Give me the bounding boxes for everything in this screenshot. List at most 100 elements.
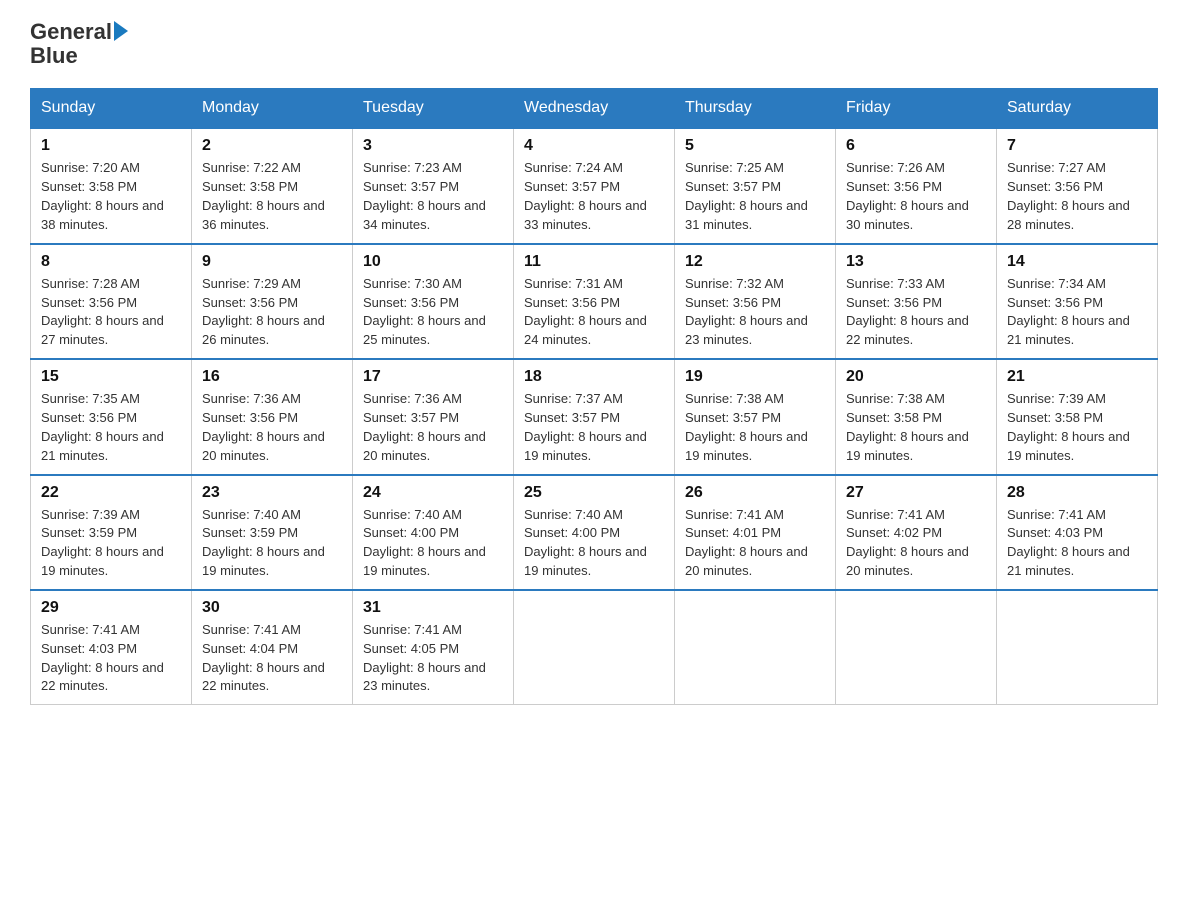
day-info: Sunrise: 7:31 AMSunset: 3:56 PMDaylight:… xyxy=(524,275,664,350)
day-number: 26 xyxy=(685,484,825,502)
calendar-day-cell: 8 Sunrise: 7:28 AMSunset: 3:56 PMDaylight… xyxy=(31,244,192,359)
calendar-day-cell: 23 Sunrise: 7:40 AMSunset: 3:59 PMDayligh… xyxy=(192,475,353,590)
calendar-week-row: 29Sunrise: 7:41 AMSunset: 4:03 PMDayligh… xyxy=(31,590,1158,705)
day-info: Sunrise: 7:36 AMSunset: 3:56 PMDaylight:… xyxy=(202,390,342,465)
calendar-day-cell: 30Sunrise: 7:41 AMSunset: 4:04 PMDayligh… xyxy=(192,590,353,705)
day-info: Sunrise: 7:39 AMSunset: 3:58 PMDaylight:… xyxy=(1007,390,1147,465)
day-info: Sunrise: 7:39 AMSunset: 3:59 PMDaylight:… xyxy=(41,506,181,581)
day-number: 16 xyxy=(202,368,342,386)
day-info: Sunrise: 7:40 AMSunset: 3:59 PMDaylight:… xyxy=(202,506,342,581)
day-info: Sunrise: 7:38 AMSunset: 3:57 PMDaylight:… xyxy=(685,390,825,465)
calendar-day-cell: 9Sunrise: 7:29 AMSunset: 3:56 PMDaylight… xyxy=(192,244,353,359)
day-number: 3 xyxy=(363,137,503,155)
calendar-day-cell xyxy=(836,590,997,705)
day-info: Sunrise: 7:41 AMSunset: 4:04 PMDaylight:… xyxy=(202,621,342,696)
day-info: Sunrise: 7:41 AMSunset: 4:01 PMDaylight:… xyxy=(685,506,825,581)
calendar-day-cell: 6 Sunrise: 7:26 AMSunset: 3:56 PMDaylight… xyxy=(836,128,997,243)
day-number: 25 xyxy=(524,484,664,502)
calendar-day-cell: 17Sunrise: 7:36 AMSunset: 3:57 PMDayligh… xyxy=(353,359,514,474)
calendar-day-cell: 22 Sunrise: 7:39 AMSunset: 3:59 PMDayligh… xyxy=(31,475,192,590)
day-info: Sunrise: 7:37 AMSunset: 3:57 PMDaylight:… xyxy=(524,390,664,465)
day-number: 12 xyxy=(685,253,825,271)
calendar-week-row: 15 Sunrise: 7:35 AMSunset: 3:56 PMDayligh… xyxy=(31,359,1158,474)
day-info: Sunrise: 7:33 AMSunset: 3:56 PMDaylight:… xyxy=(846,275,986,350)
day-number: 7 xyxy=(1007,137,1147,155)
calendar-day-cell: 11 Sunrise: 7:31 AMSunset: 3:56 PMDayligh… xyxy=(514,244,675,359)
day-info: Sunrise: 7:38 AMSunset: 3:58 PMDaylight:… xyxy=(846,390,986,465)
calendar-day-cell: 19 Sunrise: 7:38 AMSunset: 3:57 PMDayligh… xyxy=(675,359,836,474)
calendar-day-cell: 7 Sunrise: 7:27 AMSunset: 3:56 PMDaylight… xyxy=(997,128,1158,243)
day-number: 31 xyxy=(363,599,503,617)
calendar-day-cell: 20 Sunrise: 7:38 AMSunset: 3:58 PMDayligh… xyxy=(836,359,997,474)
calendar-day-cell: 26 Sunrise: 7:41 AMSunset: 4:01 PMDayligh… xyxy=(675,475,836,590)
calendar-day-cell: 5 Sunrise: 7:25 AMSunset: 3:57 PMDaylight… xyxy=(675,128,836,243)
day-number: 5 xyxy=(685,137,825,155)
calendar-day-cell: 31Sunrise: 7:41 AMSunset: 4:05 PMDayligh… xyxy=(353,590,514,705)
calendar-day-cell: 13Sunrise: 7:33 AMSunset: 3:56 PMDayligh… xyxy=(836,244,997,359)
calendar-day-cell: 4Sunrise: 7:24 AMSunset: 3:57 PMDaylight… xyxy=(514,128,675,243)
day-number: 2 xyxy=(202,137,342,155)
calendar-day-cell xyxy=(997,590,1158,705)
calendar-day-cell: 29Sunrise: 7:41 AMSunset: 4:03 PMDayligh… xyxy=(31,590,192,705)
day-number: 18 xyxy=(524,368,664,386)
weekday-header: Monday xyxy=(192,89,353,129)
weekday-header: Saturday xyxy=(997,89,1158,129)
calendar-table: SundayMondayTuesdayWednesdayThursdayFrid… xyxy=(30,88,1158,705)
calendar-day-cell: 10 Sunrise: 7:30 AMSunset: 3:56 PMDayligh… xyxy=(353,244,514,359)
logo-general: General xyxy=(30,20,112,44)
logo: General Blue xyxy=(30,20,128,68)
calendar-day-cell: 21Sunrise: 7:39 AMSunset: 3:58 PMDayligh… xyxy=(997,359,1158,474)
weekday-header: Tuesday xyxy=(353,89,514,129)
day-info: Sunrise: 7:23 AMSunset: 3:57 PMDaylight:… xyxy=(363,159,503,234)
calendar-day-cell: 25 Sunrise: 7:40 AMSunset: 4:00 PMDayligh… xyxy=(514,475,675,590)
weekday-header: Sunday xyxy=(31,89,192,129)
calendar-day-cell: 1 Sunrise: 7:20 AMSunset: 3:58 PMDaylight… xyxy=(31,128,192,243)
day-number: 10 xyxy=(363,253,503,271)
day-info: Sunrise: 7:35 AMSunset: 3:56 PMDaylight:… xyxy=(41,390,181,465)
day-number: 4 xyxy=(524,137,664,155)
day-info: Sunrise: 7:41 AMSunset: 4:03 PMDaylight:… xyxy=(1007,506,1147,581)
day-info: Sunrise: 7:22 AMSunset: 3:58 PMDaylight:… xyxy=(202,159,342,234)
day-info: Sunrise: 7:40 AMSunset: 4:00 PMDaylight:… xyxy=(363,506,503,581)
day-number: 8 xyxy=(41,253,181,271)
calendar-day-cell: 16 Sunrise: 7:36 AMSunset: 3:56 PMDayligh… xyxy=(192,359,353,474)
day-info: Sunrise: 7:40 AMSunset: 4:00 PMDaylight:… xyxy=(524,506,664,581)
weekday-header: Friday xyxy=(836,89,997,129)
calendar-week-row: 1 Sunrise: 7:20 AMSunset: 3:58 PMDaylight… xyxy=(31,128,1158,243)
day-info: Sunrise: 7:30 AMSunset: 3:56 PMDaylight:… xyxy=(363,275,503,350)
day-info: Sunrise: 7:26 AMSunset: 3:56 PMDaylight:… xyxy=(846,159,986,234)
calendar-day-cell: 14Sunrise: 7:34 AMSunset: 3:56 PMDayligh… xyxy=(997,244,1158,359)
day-info: Sunrise: 7:29 AMSunset: 3:56 PMDaylight:… xyxy=(202,275,342,350)
day-info: Sunrise: 7:25 AMSunset: 3:57 PMDaylight:… xyxy=(685,159,825,234)
day-number: 24 xyxy=(363,484,503,502)
weekday-header: Thursday xyxy=(675,89,836,129)
calendar-week-row: 8 Sunrise: 7:28 AMSunset: 3:56 PMDaylight… xyxy=(31,244,1158,359)
day-info: Sunrise: 7:28 AMSunset: 3:56 PMDaylight:… xyxy=(41,275,181,350)
day-info: Sunrise: 7:34 AMSunset: 3:56 PMDaylight:… xyxy=(1007,275,1147,350)
day-number: 6 xyxy=(846,137,986,155)
day-info: Sunrise: 7:32 AMSunset: 3:56 PMDaylight:… xyxy=(685,275,825,350)
page-header: General Blue xyxy=(30,20,1158,68)
day-number: 28 xyxy=(1007,484,1147,502)
day-number: 23 xyxy=(202,484,342,502)
calendar-day-cell: 12 Sunrise: 7:32 AMSunset: 3:56 PMDayligh… xyxy=(675,244,836,359)
logo-blue: Blue xyxy=(30,43,78,68)
weekday-header: Wednesday xyxy=(514,89,675,129)
logo-arrow-icon xyxy=(114,21,128,41)
day-number: 15 xyxy=(41,368,181,386)
day-number: 1 xyxy=(41,137,181,155)
day-info: Sunrise: 7:20 AMSunset: 3:58 PMDaylight:… xyxy=(41,159,181,234)
calendar-day-cell: 18 Sunrise: 7:37 AMSunset: 3:57 PMDayligh… xyxy=(514,359,675,474)
calendar-day-cell: 27Sunrise: 7:41 AMSunset: 4:02 PMDayligh… xyxy=(836,475,997,590)
calendar-day-cell: 3 Sunrise: 7:23 AMSunset: 3:57 PMDaylight… xyxy=(353,128,514,243)
day-number: 17 xyxy=(363,368,503,386)
day-number: 27 xyxy=(846,484,986,502)
day-number: 11 xyxy=(524,253,664,271)
day-number: 22 xyxy=(41,484,181,502)
calendar-day-cell: 28 Sunrise: 7:41 AMSunset: 4:03 PMDayligh… xyxy=(997,475,1158,590)
day-number: 19 xyxy=(685,368,825,386)
day-number: 20 xyxy=(846,368,986,386)
calendar-day-cell xyxy=(514,590,675,705)
day-info: Sunrise: 7:27 AMSunset: 3:56 PMDaylight:… xyxy=(1007,159,1147,234)
calendar-day-cell: 2 Sunrise: 7:22 AMSunset: 3:58 PMDaylight… xyxy=(192,128,353,243)
